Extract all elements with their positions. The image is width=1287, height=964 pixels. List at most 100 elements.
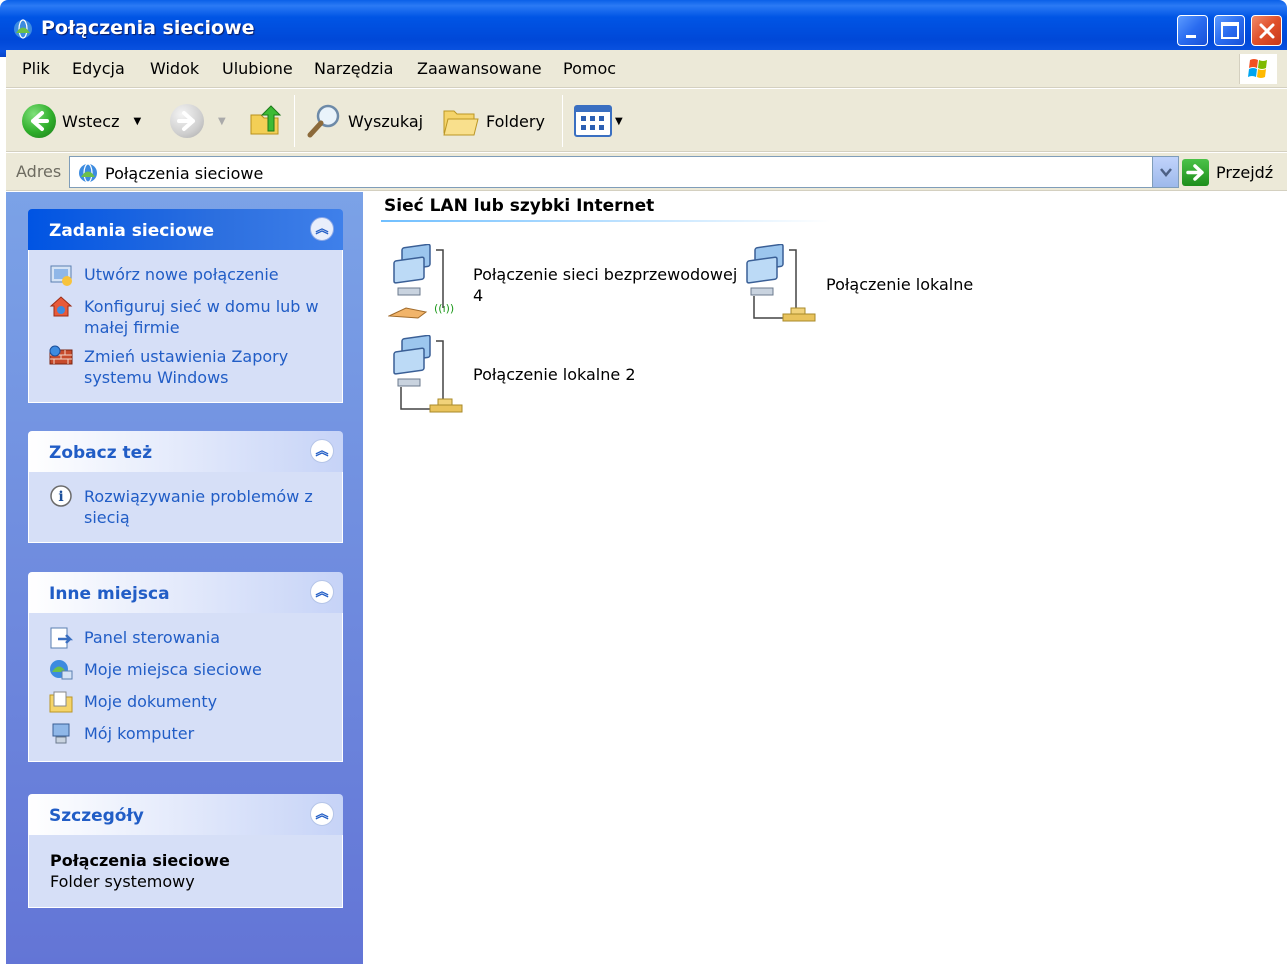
collapse-icon[interactable]: ︽ <box>310 802 334 826</box>
network-tasks-header[interactable]: Zadania sieciowe ︽ <box>28 209 343 250</box>
forward-dropdown-icon[interactable]: ▼ <box>218 116 226 127</box>
search-label: Wyszukaj <box>348 111 424 131</box>
task-troubleshoot[interactable]: i Rozwiązywanie problemów z siecią <box>48 485 330 528</box>
menu-edit[interactable]: Edycja <box>72 59 125 78</box>
control-panel-icon <box>50 627 74 649</box>
other-places-header[interactable]: Inne miejsca ︽ <box>28 572 343 613</box>
info-icon: i <box>50 485 72 507</box>
back-button[interactable]: Wstecz ▼ <box>22 101 141 141</box>
toolbar-separator <box>562 95 563 147</box>
menu-file[interactable]: Plik <box>22 59 50 78</box>
see-also-panel: Zobacz też ︽ i Rozwiązywanie problemów z… <box>28 431 343 543</box>
menu-advanced[interactable]: Zaawansowane <box>417 59 542 78</box>
folders-icon <box>443 110 479 136</box>
forward-arrow-icon <box>170 104 204 138</box>
menu-favorites[interactable]: Ulubione <box>222 59 293 78</box>
my-computer-icon <box>52 723 70 744</box>
minimize-button[interactable] <box>1177 15 1208 46</box>
place-my-computer[interactable]: Mój komputer <box>48 723 330 747</box>
forward-button[interactable]: ▼ <box>170 101 226 141</box>
maximize-button[interactable] <box>1214 15 1245 46</box>
search-icon <box>307 104 340 138</box>
collapse-icon[interactable]: ︽ <box>310 580 334 604</box>
place-network-places[interactable]: Moje miejsca sieciowe <box>48 659 330 683</box>
views-dropdown-icon[interactable]: ▼ <box>615 116 623 127</box>
connection-wireless[interactable]: ((ı)) Połączenie sieci bezprzewodowej 4 <box>388 244 738 326</box>
address-label: Adres <box>16 162 62 181</box>
connection-local[interactable]: Połączenie lokalne <box>741 244 1001 326</box>
connection-label-line1: Połączenie lokalne 2 <box>473 365 636 384</box>
connection-label-line2: 4 <box>473 286 484 305</box>
firewall-icon <box>49 345 73 365</box>
address-input[interactable]: Połączenia sieciowe <box>69 156 1179 188</box>
group-divider <box>381 220 831 222</box>
windows-logo <box>1239 54 1277 84</box>
details-title: Szczegóły <box>49 806 144 826</box>
windows-flag-icon <box>1248 59 1267 78</box>
menu-help[interactable]: Pomoc <box>563 59 616 78</box>
home-network-icon <box>49 296 73 317</box>
title-bar[interactable]: Połączenia sieciowe <box>0 0 1287 57</box>
details-name: Połączenia sieciowe <box>50 851 230 870</box>
place-control-panel[interactable]: Panel sterowania <box>48 627 330 651</box>
svg-text:i: i <box>58 489 63 505</box>
new-connection-icon <box>50 265 72 286</box>
menu-view[interactable]: Widok <box>150 59 199 78</box>
minimize-icon <box>1186 35 1196 38</box>
close-button[interactable] <box>1251 15 1282 46</box>
menu-tools[interactable]: Narzędzia <box>314 59 393 78</box>
folders-button[interactable]: Foldery <box>442 101 545 141</box>
menu-bar: Plik Edycja Widok Ulubione Narzędzia Zaa… <box>6 50 1287 88</box>
go-label: Przejdź <box>1216 162 1274 182</box>
details-panel: Szczegóły ︽ Połączenia sieciowe Folder s… <box>28 794 343 908</box>
lan-connection-icon <box>393 335 463 413</box>
go-arrow-icon <box>1182 158 1209 186</box>
connection-label-line1: Połączenie lokalne <box>826 275 974 294</box>
network-connections-icon <box>14 19 32 39</box>
task-create-connection[interactable]: Utwórz nowe połączenie <box>48 264 330 288</box>
back-dropdown-icon[interactable]: ▼ <box>133 116 141 127</box>
task-pane: Zadania sieciowe ︽ Utwórz nowe połączeni… <box>6 192 363 964</box>
task-firewall[interactable]: Zmień ustawienia Zapory systemu Windows <box>48 345 330 388</box>
views-button[interactable]: ▼ <box>573 101 623 141</box>
network-places-icon <box>50 660 73 680</box>
go-button[interactable]: Przejdź <box>1182 158 1273 186</box>
address-dropdown-button[interactable] <box>1152 157 1178 187</box>
network-connections-icon <box>79 163 97 183</box>
my-documents-icon <box>49 691 73 713</box>
other-places-title: Inne miejsca <box>49 584 170 604</box>
svg-text:((ı)): ((ı)) <box>434 302 454 315</box>
details-body: Połączenia sieciowe Folder systemowy <box>28 835 343 908</box>
details-header[interactable]: Szczegóły ︽ <box>28 794 343 835</box>
views-icon <box>574 105 612 137</box>
see-also-body: i Rozwiązywanie problemów z siecią <box>28 472 343 543</box>
window-title: Połączenia sieciowe <box>41 17 255 39</box>
collapse-icon[interactable]: ︽ <box>310 439 334 463</box>
other-places-panel: Inne miejsca ︽ Panel sterowania Moje mie… <box>28 572 343 762</box>
up-folder-button[interactable] <box>248 101 284 141</box>
group-header: Sieć LAN lub szybki Internet <box>384 196 655 216</box>
task-home-network[interactable]: Konfiguruj sieć w domu lub w małej firmi… <box>48 296 330 338</box>
maximize-icon <box>1221 22 1239 39</box>
back-label: Wstecz <box>62 111 120 131</box>
address-bar: Adres Połączenia sieciowe Przejdź <box>6 153 1287 191</box>
network-tasks-body: Utwórz nowe połączenie Konfiguruj sieć w… <box>28 250 343 403</box>
toolbar-separator <box>294 95 295 147</box>
details-type: Folder systemowy <box>50 872 195 891</box>
network-tasks-panel: Zadania sieciowe ︽ Utwórz nowe połączeni… <box>28 209 343 403</box>
wireless-connection-icon: ((ı)) <box>388 244 454 319</box>
close-icon <box>1259 23 1275 39</box>
see-also-title: Zobacz też <box>49 443 153 463</box>
network-tasks-title: Zadania sieciowe <box>49 221 215 241</box>
connection-local-2[interactable]: Połączenie lokalne 2 <box>388 335 688 417</box>
content-area: Sieć LAN lub szybki Internet ((ı)) Połąc… <box>363 192 1287 964</box>
search-button[interactable]: Wyszukaj <box>304 101 423 141</box>
up-folder-icon <box>250 105 282 135</box>
folders-label: Foldery <box>486 111 545 131</box>
collapse-icon[interactable]: ︽ <box>310 217 334 241</box>
address-value: Połączenia sieciowe <box>105 164 264 183</box>
toolbar: Wstecz ▼ ▼ Wyszukaj Foldery ▼ <box>6 89 1287 152</box>
see-also-header[interactable]: Zobacz też ︽ <box>28 431 343 472</box>
place-my-documents[interactable]: Moje dokumenty <box>48 691 330 715</box>
back-arrow-icon <box>22 104 56 138</box>
